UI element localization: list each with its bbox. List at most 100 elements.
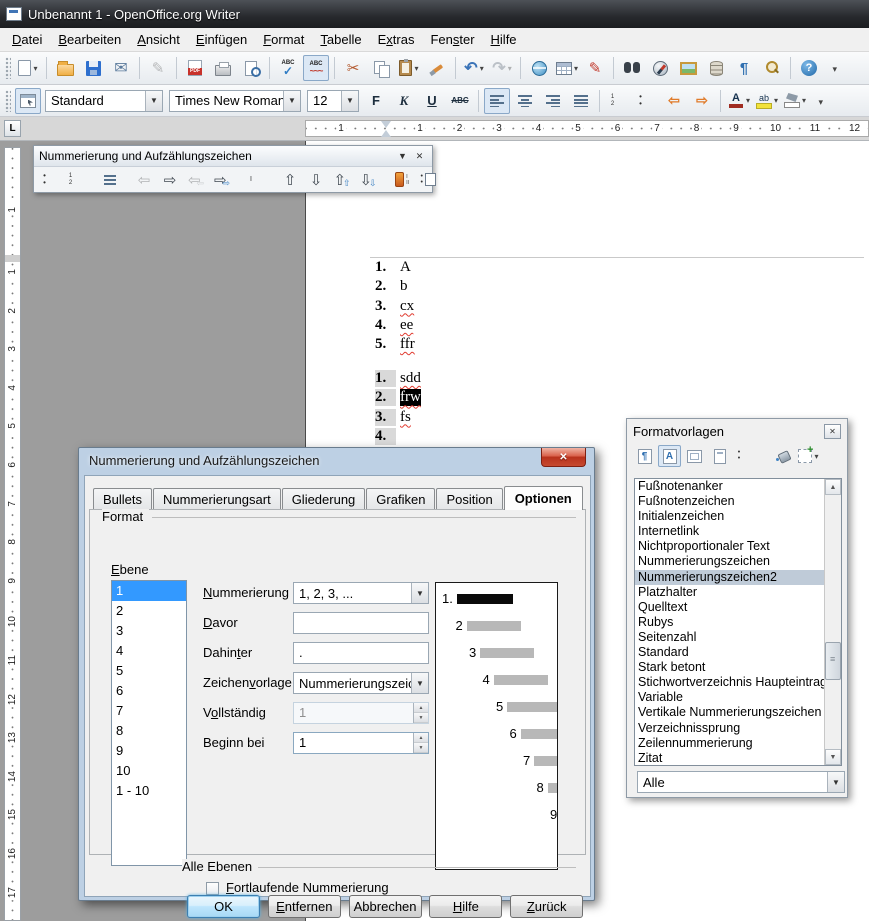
menu-fenster[interactable]: Fenster [422, 29, 482, 50]
restart-numbering-button[interactable] [390, 169, 414, 191]
edit-file-button[interactable] [145, 55, 171, 81]
chevron-down-icon[interactable]: ▾ [802, 96, 806, 105]
indent-marker[interactable] [381, 121, 391, 137]
background-color-button[interactable]: ▾ [782, 88, 808, 114]
level-item[interactable]: 6 [112, 681, 186, 701]
menu-extras[interactable]: Extras [370, 29, 423, 50]
strikethrough-button[interactable] [447, 88, 473, 114]
undo-button[interactable]: ▾ [461, 55, 487, 81]
menu-hilfe[interactable]: Hilfe [483, 29, 525, 50]
find-replace-button[interactable] [619, 55, 645, 81]
style-item[interactable]: Verzeichnissprung [635, 721, 841, 736]
style-item[interactable]: Vertikale Nummerierungszeichen [635, 705, 841, 720]
tabstop-type-button[interactable]: L [4, 120, 21, 137]
chevron-down-icon[interactable]: ▾ [574, 64, 578, 73]
list-text[interactable]: ffr [400, 336, 415, 353]
dahinter-input[interactable]: . [293, 642, 429, 664]
spin-up-icon[interactable]: ▲ [414, 703, 428, 713]
bullet-list-button[interactable] [38, 169, 62, 191]
spin-up-icon[interactable]: ▲ [414, 733, 428, 743]
menu-datei[interactable]: Datei [4, 29, 50, 50]
list-item[interactable]: 3.fs [375, 409, 595, 428]
list-text[interactable]: ee [400, 317, 413, 334]
insert-unnumbered-entry-button[interactable] [244, 169, 268, 191]
email-button[interactable] [108, 55, 134, 81]
scroll-up-icon[interactable]: ▲ [825, 479, 841, 495]
export-pdf-button[interactable] [182, 55, 208, 81]
chevron-down-icon[interactable]: ▼ [411, 583, 428, 603]
align-center-button[interactable] [512, 88, 538, 114]
list-item[interactable]: 2.b [375, 278, 595, 297]
styles-window-button[interactable] [15, 88, 41, 114]
page-styles-button[interactable] [708, 445, 731, 467]
new-style-from-selection-button[interactable]: ▾ [797, 445, 820, 467]
align-right-button[interactable] [540, 88, 566, 114]
style-item[interactable]: Quelltext [635, 600, 841, 615]
menu-format[interactable]: Format [255, 29, 312, 50]
numbering-options-button[interactable] [416, 169, 440, 191]
menu-ansicht[interactable]: Ansicht [129, 29, 188, 50]
list-text[interactable]: b [400, 278, 408, 295]
zoom-button[interactable] [759, 55, 785, 81]
align-left-button[interactable] [484, 88, 510, 114]
font-size-combo[interactable]: 12 ▼ [307, 90, 359, 112]
character-styles-button[interactable] [658, 445, 681, 467]
style-item[interactable]: Zeilennummerierung [635, 736, 841, 751]
style-item[interactable]: Zitat [635, 751, 841, 766]
frame-styles-button[interactable] [683, 445, 706, 467]
style-item[interactable]: Internetlink [635, 524, 841, 539]
menu-tabelle[interactable]: Tabelle [312, 29, 369, 50]
styles-listbox[interactable]: FußnotenankerFußnotenzeichenInitialenzei… [634, 478, 842, 766]
vollständig-spinner[interactable]: 1▲▼ [293, 702, 429, 724]
paragraph-style-combo[interactable]: Standard ▼ [45, 90, 163, 112]
level-listbox[interactable]: 123456789101 - 10 [111, 580, 187, 866]
davor-input[interactable] [293, 612, 429, 634]
style-item[interactable]: Initialenzeichen [635, 509, 841, 524]
style-item[interactable]: Stichwortverzeichnis Haupteintrag [635, 675, 841, 690]
draw-functions-button[interactable] [582, 55, 608, 81]
tab-optionen[interactable]: Optionen [504, 486, 583, 510]
more-buttons-button[interactable] [824, 55, 850, 81]
numbered-list-button[interactable] [64, 169, 88, 191]
chevron-down-icon[interactable]: ▾ [814, 452, 818, 461]
fill-format-mode-button[interactable] [772, 445, 795, 467]
redo-button[interactable]: ▾ [489, 55, 515, 81]
format-paintbrush-button[interactable] [424, 55, 450, 81]
horizontal-ruler[interactable]: 1123456789101112 [305, 120, 869, 137]
chevron-down-icon[interactable]: ▼ [283, 91, 300, 111]
style-item[interactable]: Stark betont [635, 660, 841, 675]
italic-button[interactable] [391, 88, 417, 114]
list-item[interactable]: 4. [375, 428, 595, 447]
title-bar[interactable]: Unbenannt 1 - OpenOffice.org Writer [0, 0, 869, 28]
paragraph-styles-button[interactable] [633, 445, 656, 467]
beginn bei-spinner[interactable]: 1▲▼ [293, 732, 429, 754]
font-name-combo[interactable]: Times New Roman ▼ [169, 90, 301, 112]
styles-panel-titlebar[interactable]: Formatvorlagen ✕ [627, 419, 847, 443]
list-item[interactable]: 1.sdd [375, 370, 595, 389]
scrollbar-thumb[interactable] [825, 642, 841, 680]
menu-einfgen[interactable]: Einfügen [188, 29, 255, 50]
chevron-down-icon[interactable]: ▼ [411, 673, 428, 693]
consecutive-numbering-checkbox[interactable] [206, 882, 219, 895]
entfernen-button[interactable]: Entfernen [268, 895, 341, 918]
print-button[interactable] [210, 55, 236, 81]
gallery-button[interactable] [675, 55, 701, 81]
more-buttons-button[interactable] [810, 88, 836, 114]
style-item[interactable]: Rubys [635, 615, 841, 630]
chevron-down-icon[interactable]: ▼ [395, 149, 410, 163]
list-item[interactable]: 2.frw [375, 389, 595, 408]
list-styles-button[interactable] [733, 445, 756, 467]
increase-indent-button[interactable] [689, 88, 715, 114]
autospellcheck-button[interactable] [303, 55, 329, 81]
style-item[interactable]: Standard [635, 645, 841, 660]
style-item[interactable]: Seitenzahl [635, 630, 841, 645]
nonprinting-characters-button[interactable] [731, 55, 757, 81]
style-item[interactable]: Nummerierungszeichen [635, 554, 841, 569]
chevron-down-icon[interactable]: ▾ [508, 64, 512, 73]
list-text[interactable]: cx [400, 298, 414, 315]
level-item[interactable]: 4 [112, 641, 186, 661]
list-item[interactable]: 5.ffr [375, 336, 595, 355]
demote-level-button[interactable] [158, 169, 182, 191]
dialog-close-button[interactable]: ✕ [541, 448, 586, 467]
data-sources-button[interactable] [703, 55, 729, 81]
